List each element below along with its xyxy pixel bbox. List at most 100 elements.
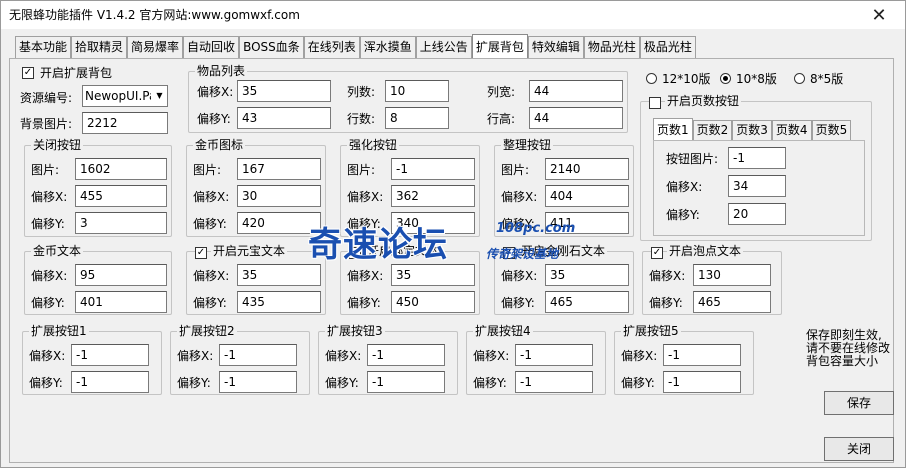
save-button[interactable]: 保存 bbox=[824, 391, 894, 415]
rows-input[interactable]: 8 bbox=[385, 107, 449, 129]
col-width-input[interactable]: 44 bbox=[529, 80, 623, 102]
window-close-icon[interactable]: ✕ bbox=[859, 1, 899, 29]
bubble-y-input[interactable]: 465 bbox=[693, 291, 771, 313]
cols-input[interactable]: 10 bbox=[385, 80, 449, 102]
item-offset-x-label: 偏移X: bbox=[197, 85, 234, 99]
subtab-page-5[interactable]: 页数5 bbox=[811, 120, 852, 140]
sort-img-input[interactable]: 2140 bbox=[545, 158, 629, 180]
title-bar: 无限蜂功能插件 V1.4.2 官方网站:www.gomwxf.com ✕ bbox=[1, 1, 905, 29]
tab-recycle[interactable]: 自动回收 bbox=[183, 36, 240, 58]
ext2-y-input[interactable]: -1 bbox=[219, 371, 297, 393]
enable-bag-label: 开启扩展背包 bbox=[40, 66, 113, 80]
ext5-y-input[interactable]: -1 bbox=[663, 371, 741, 393]
bg-image-label: 背景图片: bbox=[20, 117, 73, 131]
version-12x10-radio[interactable] bbox=[646, 73, 657, 84]
close-x-input[interactable]: 455 bbox=[75, 185, 167, 207]
tab-boss-hp[interactable]: BOSS血条 bbox=[239, 36, 304, 58]
gold-text-x-input[interactable]: 95 bbox=[75, 264, 167, 286]
ext-button-4-group: 扩展按钮4 偏移X: -1 偏移Y: -1 bbox=[466, 323, 606, 395]
enhance-img-label: 图片: bbox=[347, 163, 376, 177]
sort-img-label: 图片: bbox=[501, 163, 530, 177]
ext-button-3-group: 扩展按钮3 偏移X: -1 偏移Y: -1 bbox=[318, 323, 458, 395]
close-y-input[interactable]: 3 bbox=[75, 212, 167, 234]
yuanbao-y-input[interactable]: 435 bbox=[237, 291, 321, 313]
close-img-input[interactable]: 1602 bbox=[75, 158, 167, 180]
ext-button-2-title: 扩展按钮2 bbox=[177, 323, 237, 339]
enhance-button-title: 强化按钮 bbox=[347, 137, 400, 153]
ext3-y-input[interactable]: -1 bbox=[367, 371, 445, 393]
window-title: 无限蜂功能插件 V1.4.2 官方网站:www.gomwxf.com bbox=[9, 8, 300, 22]
ext1-y-input[interactable]: -1 bbox=[71, 371, 149, 393]
close-button-title: 关闭按钮 bbox=[31, 137, 84, 153]
version-10x8-radio[interactable] bbox=[720, 73, 731, 84]
version-8x5-label: 8*5版 bbox=[810, 72, 844, 86]
tab-pickup[interactable]: 拾取精灵 bbox=[71, 36, 128, 58]
ext-button-2-group: 扩展按钮2 偏移X: -1 偏移Y: -1 bbox=[170, 323, 310, 395]
ext2-x-input[interactable]: -1 bbox=[219, 344, 297, 366]
ext2-y-label: 偏移Y: bbox=[177, 376, 211, 390]
ext1-x-input[interactable]: -1 bbox=[71, 344, 149, 366]
page-y-input[interactable]: 20 bbox=[728, 203, 786, 225]
tab-droprate[interactable]: 简易爆率 bbox=[127, 36, 184, 58]
col-width-label: 列宽: bbox=[487, 85, 516, 99]
tab-login-notice[interactable]: 上线公告 bbox=[415, 36, 472, 58]
yuanbao-x-input[interactable]: 35 bbox=[237, 264, 321, 286]
close-button[interactable]: 关闭 bbox=[824, 437, 894, 461]
ext3-x-input[interactable]: -1 bbox=[367, 344, 445, 366]
gold-text-x-label: 偏移X: bbox=[31, 269, 68, 283]
res-id-select[interactable]: NewopUI.Pak ▼ bbox=[82, 85, 168, 107]
page-x-input[interactable]: 34 bbox=[728, 175, 786, 197]
bg-image-input[interactable]: 2212 bbox=[82, 112, 168, 134]
gold-x-label: 偏移X: bbox=[193, 190, 230, 204]
tab-effects[interactable]: 特效编辑 bbox=[527, 36, 584, 58]
subtab-page-4[interactable]: 页数4 bbox=[771, 120, 812, 140]
text4-x-label: 偏移X: bbox=[501, 269, 538, 283]
ext5-x-input[interactable]: -1 bbox=[663, 344, 741, 366]
item-offset-x-input[interactable]: 35 bbox=[237, 80, 331, 102]
tab-premium-beam[interactable]: 极品光柱 bbox=[639, 36, 696, 58]
row-height-input[interactable]: 44 bbox=[529, 107, 623, 129]
bubble-x-input[interactable]: 130 bbox=[693, 264, 771, 286]
save-note: 保存即刻生效, 请不要在线修改 背包容量大小 bbox=[806, 328, 891, 368]
item-offset-y-input[interactable]: 43 bbox=[237, 107, 331, 129]
sort-x-input[interactable]: 404 bbox=[545, 185, 629, 207]
text4-y-input[interactable]: 465 bbox=[545, 291, 629, 313]
ext4-x-input[interactable]: -1 bbox=[515, 344, 593, 366]
ext3-x-label: 偏移X: bbox=[325, 349, 362, 363]
tab-item-beam[interactable]: 物品光柱 bbox=[583, 36, 640, 58]
subtab-page-1[interactable]: 页数1 bbox=[653, 118, 693, 140]
gold-x-input[interactable]: 30 bbox=[237, 185, 321, 207]
gold-text-y-input[interactable]: 401 bbox=[75, 291, 167, 313]
text4-x-input[interactable]: 35 bbox=[545, 264, 629, 286]
ext4-y-input[interactable]: -1 bbox=[515, 371, 593, 393]
yuanbao-text-title: 开启元宝文本 bbox=[211, 243, 288, 259]
text3-x-input[interactable]: 35 bbox=[391, 264, 475, 286]
enable-page-buttons-checkbox[interactable] bbox=[649, 97, 661, 109]
page-img-label: 按钮图片: bbox=[666, 152, 719, 166]
ext4-x-label: 偏移X: bbox=[473, 349, 510, 363]
yuanbao-text-checkbox[interactable]: ✓ bbox=[195, 247, 207, 259]
sort-x-label: 偏移X: bbox=[501, 190, 538, 204]
page-img-input[interactable]: -1 bbox=[728, 147, 786, 169]
gold-y-label: 偏移Y: bbox=[193, 217, 227, 231]
subtab-page-2[interactable]: 页数2 bbox=[692, 120, 733, 140]
watermark-logo: 奇速论坛 bbox=[308, 225, 448, 265]
main-tabs: 基本功能 拾取精灵 简易爆率 自动回收 BOSS血条 在线列表 浑水摸鱼 上线公… bbox=[15, 34, 696, 58]
bubble-text-checkbox[interactable]: ✓ bbox=[651, 247, 663, 259]
enhance-x-input[interactable]: 362 bbox=[391, 185, 475, 207]
text3-y-input[interactable]: 450 bbox=[391, 291, 475, 313]
rows-label: 行数: bbox=[347, 112, 376, 126]
enable-bag-checkbox[interactable]: ✓ bbox=[22, 67, 34, 79]
page-buttons-group: 开启页数按钮 页数1 页数2 页数3 页数4 页数5 按钮图片: -1 偏移X:… bbox=[640, 93, 872, 241]
yuanbao-text-group: ✓ 开启元宝文本 偏移X: 35 偏移Y: 435 bbox=[186, 243, 326, 315]
text3-x-label: 偏移X: bbox=[347, 269, 384, 283]
version-8x5-radio[interactable] bbox=[794, 73, 805, 84]
subtab-page-3[interactable]: 页数3 bbox=[732, 120, 772, 140]
yuanbao-x-label: 偏移X: bbox=[193, 269, 230, 283]
enhance-img-input[interactable]: -1 bbox=[391, 158, 475, 180]
tab-online-list[interactable]: 在线列表 bbox=[303, 36, 360, 58]
tab-extended-bag[interactable]: 扩展背包 bbox=[471, 34, 528, 58]
gold-img-input[interactable]: 167 bbox=[237, 158, 321, 180]
tab-basic[interactable]: 基本功能 bbox=[15, 36, 72, 58]
tab-fishing[interactable]: 浑水摸鱼 bbox=[359, 36, 416, 58]
